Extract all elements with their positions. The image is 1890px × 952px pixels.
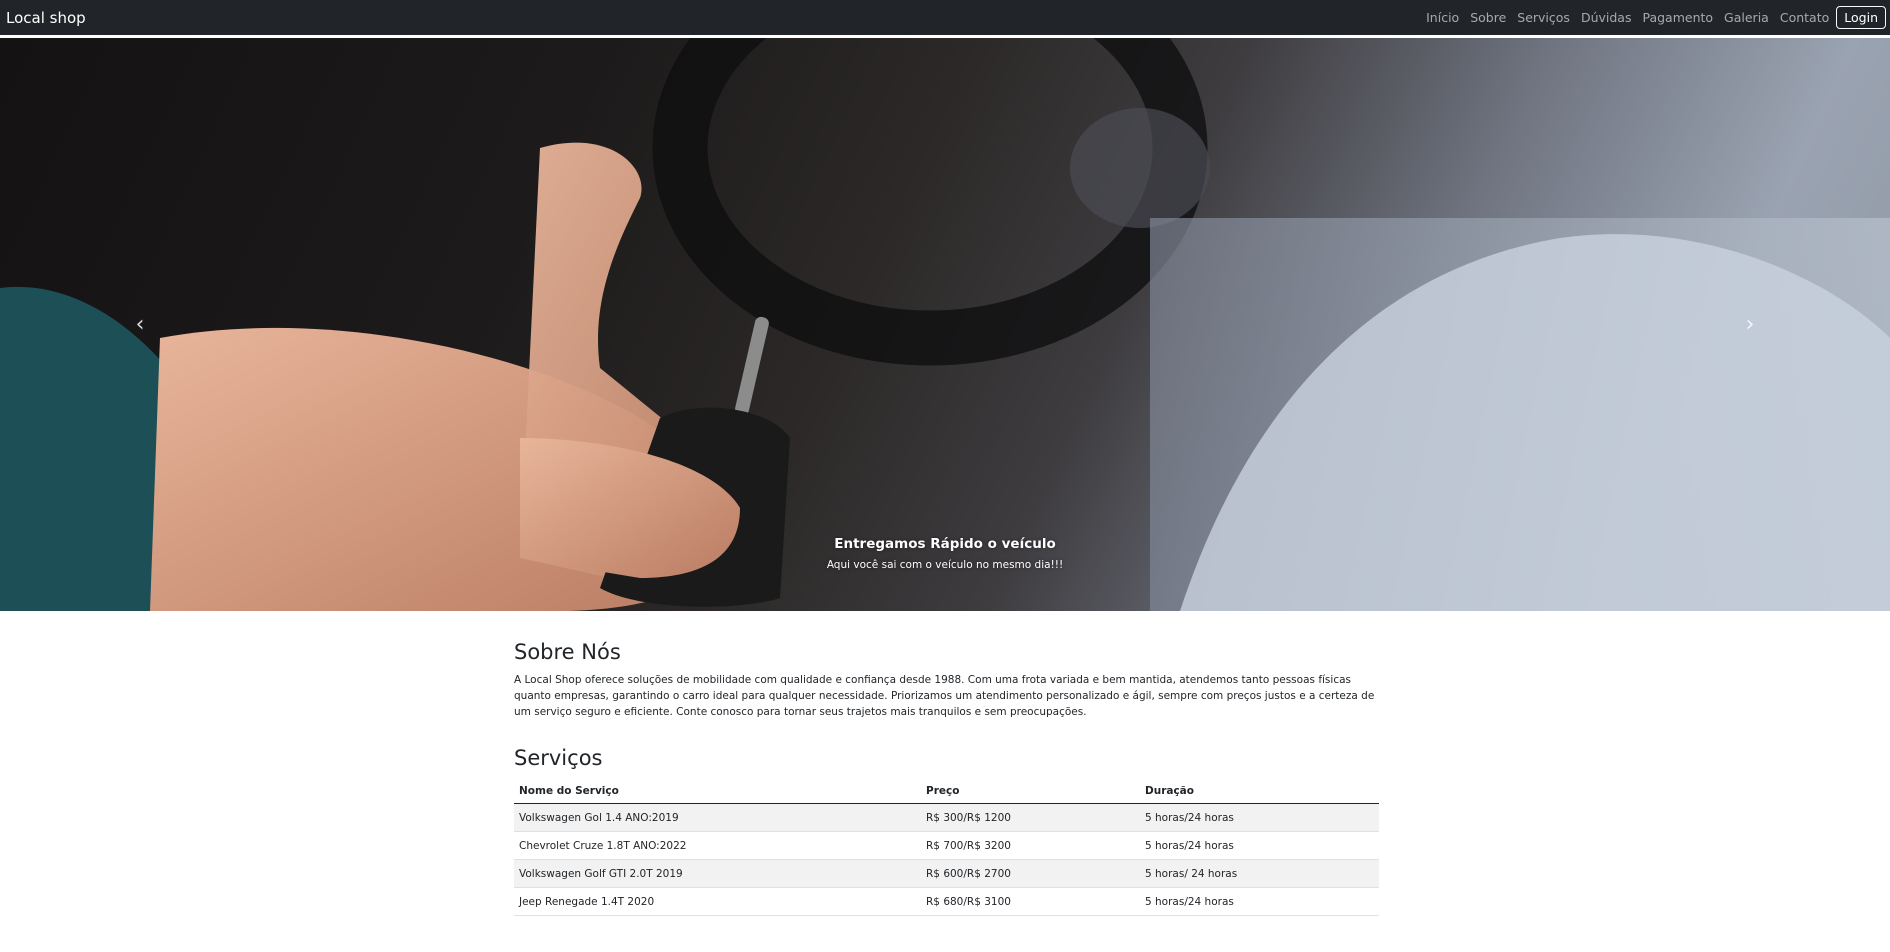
about-title: Sobre Nós xyxy=(514,640,621,664)
service-name-cell: Chevrolet Cruze 1.8T ANO:2022 xyxy=(514,831,921,861)
nav-link-pagamento[interactable]: Pagamento xyxy=(1642,10,1713,25)
service-duration-cell: 5 horas/ 24 horas xyxy=(1140,859,1379,889)
service-duration-cell: 5 horas/24 horas xyxy=(1140,887,1379,917)
nav-links: Início Sobre Serviços Dúvidas Pagamento … xyxy=(1415,6,1886,29)
navbar: Local shop Início Sobre Serviços Dúvidas… xyxy=(0,0,1890,35)
column-header-service-name: Nome do Serviço xyxy=(514,779,921,805)
table-row: Chevrolet Cruze 1.8T ANO:2022 R$ 700/R$ … xyxy=(514,831,1379,861)
table-row: Volkswagen Golf GTI 2.0T 2019 R$ 600/R$ … xyxy=(514,859,1379,889)
service-price-cell: R$ 300/R$ 1200 xyxy=(921,803,1140,833)
services-title: Serviços xyxy=(514,746,603,771)
nav-link-duvidas[interactable]: Dúvidas xyxy=(1581,10,1632,25)
service-duration-cell: 5 horas/24 horas xyxy=(1140,831,1379,861)
service-duration-cell: 5 horas/24 horas xyxy=(1140,803,1379,833)
service-name-cell: Volkswagen Golf GTI 2.0T 2019 xyxy=(514,859,921,889)
carousel-caption-text: Aqui você sai com o veículo no mesmo dia… xyxy=(826,558,1064,571)
service-price-cell: R$ 600/R$ 2700 xyxy=(921,859,1140,889)
carousel-slide-image xyxy=(0,38,1890,611)
chevron-right-icon: › xyxy=(1745,312,1755,337)
hero-carousel: ‹ › Entregamos Rápido o veículo Aqui voc… xyxy=(0,38,1890,611)
carousel-caption-title: Entregamos Rápido o veículo xyxy=(834,536,1056,552)
nav-link-servicos[interactable]: Serviços xyxy=(1517,10,1570,25)
column-header-duration: Duração xyxy=(1140,779,1379,805)
nav-link-galeria[interactable]: Galeria xyxy=(1724,10,1769,25)
about-text: A Local Shop oferece soluções de mobilid… xyxy=(514,674,1375,719)
carousel-next-button[interactable]: › xyxy=(1610,38,1890,611)
column-header-price: Preço xyxy=(921,779,1140,805)
brand-link[interactable]: Local shop xyxy=(6,9,86,27)
service-name-cell: Jeep Renegade 1.4T 2020 xyxy=(514,887,921,917)
main-content: Sobre Nós A Local Shop oferece soluções … xyxy=(514,640,1379,917)
table-row: Volkswagen Gol 1.4 ANO:2019 R$ 300/R$ 12… xyxy=(514,803,1379,833)
service-price-cell: R$ 680/R$ 3100 xyxy=(921,887,1140,917)
nav-link-contato[interactable]: Contato xyxy=(1780,10,1829,25)
table-row: Jeep Renegade 1.4T 2020 R$ 680/R$ 3100 5… xyxy=(514,887,1379,917)
login-button[interactable]: Login xyxy=(1836,6,1886,29)
table-header-row: Nome do Serviço Preço Duração xyxy=(514,779,1379,805)
nav-link-sobre[interactable]: Sobre xyxy=(1470,10,1506,25)
service-name-cell: Volkswagen Gol 1.4 ANO:2019 xyxy=(514,803,921,833)
carousel-caption: Entregamos Rápido o veículo Aqui você sa… xyxy=(0,536,1890,571)
service-price-cell: R$ 700/R$ 3200 xyxy=(921,831,1140,861)
services-table: Nome do Serviço Preço Duração Volkswagen… xyxy=(514,779,1379,917)
nav-link-inicio[interactable]: Início xyxy=(1426,10,1459,25)
chevron-left-icon: ‹ xyxy=(135,312,145,337)
carousel-prev-button[interactable]: ‹ xyxy=(0,38,280,611)
